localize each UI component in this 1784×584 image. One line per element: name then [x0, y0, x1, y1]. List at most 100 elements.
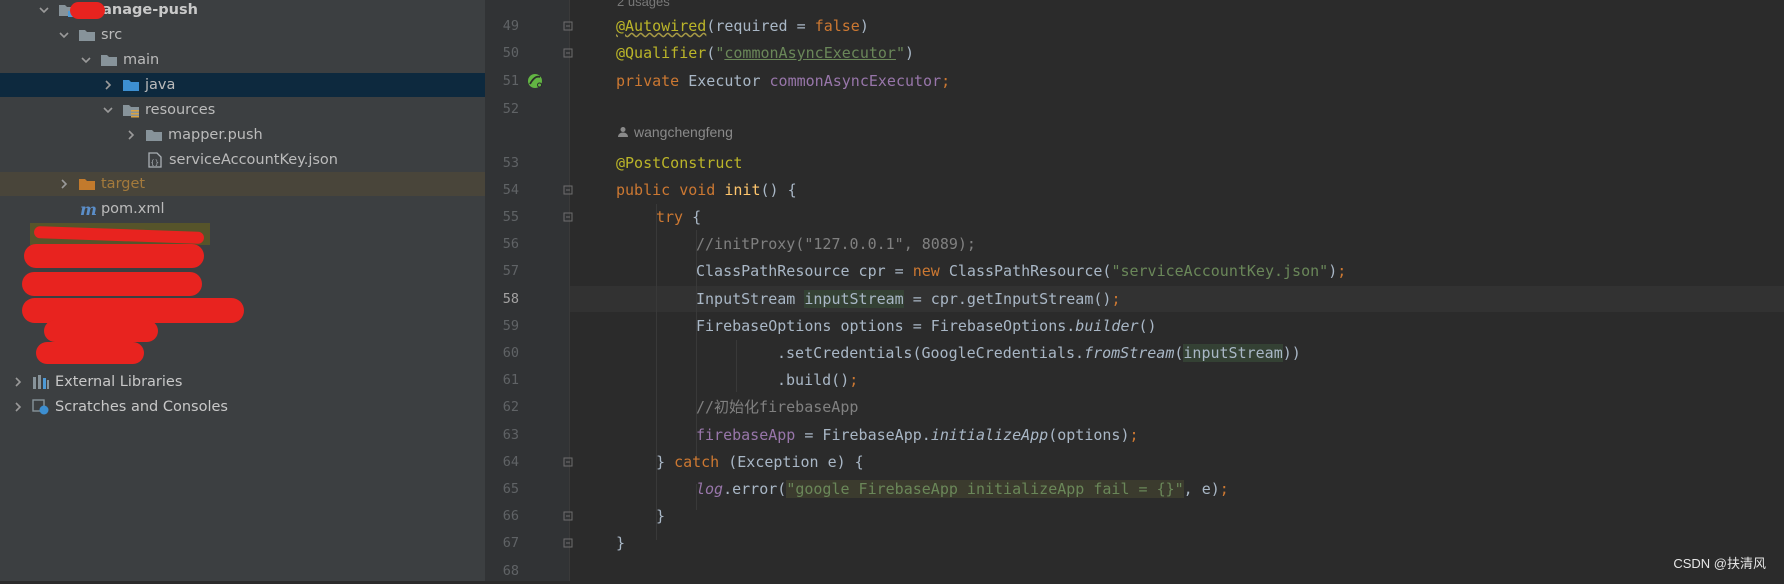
chevron-down-icon[interactable] — [56, 27, 72, 43]
code-line-61[interactable]: .build(); — [777, 367, 858, 393]
tree-item-resources[interactable]: resources — [0, 98, 485, 122]
code-line-66[interactable]: } — [656, 503, 665, 529]
spring-bean-icon[interactable] — [526, 72, 544, 90]
fold-marker-icon[interactable] — [563, 511, 573, 521]
tree-item-main[interactable]: main — [0, 48, 485, 72]
usages-hint[interactable]: 2 usages — [617, 0, 670, 9]
token: { — [683, 208, 702, 226]
token: = cpr.getInputStream() — [903, 290, 1112, 308]
token: .build() — [777, 371, 850, 389]
token: , e) — [1183, 480, 1220, 498]
code-line-55[interactable]: try { — [656, 204, 701, 230]
code-line-54[interactable]: public void init() { — [616, 177, 797, 203]
token-method: init — [724, 181, 761, 199]
line-number: 61 — [502, 372, 519, 388]
tree-item-label: resources — [145, 102, 216, 118]
line-number-current: 58 — [502, 291, 519, 307]
token-string: "serviceAccountKey.json" — [1111, 262, 1329, 280]
chevron-down-icon[interactable] — [100, 102, 116, 118]
tree-item-scratches[interactable]: Scratches and Consoles — [0, 395, 485, 419]
code-line-49[interactable]: @Autowired(required = false) — [616, 13, 869, 39]
redaction-mark — [22, 272, 202, 296]
token: FirebaseOptions options = FirebaseOption… — [696, 317, 1076, 335]
chevron-right-icon[interactable] — [10, 374, 26, 390]
svg-text:{}: {} — [151, 159, 159, 167]
chevron-down-icon[interactable] — [36, 2, 52, 18]
code-line-64[interactable]: } catch (Exception e) { — [656, 449, 864, 475]
tree-item-label: src — [101, 27, 123, 43]
tree-item-mapper-push[interactable]: mapper.push — [0, 123, 485, 147]
chevron-right-icon[interactable] — [56, 176, 72, 192]
code-line-53[interactable]: @PostConstruct — [616, 150, 742, 176]
tree-item-src[interactable]: src — [0, 23, 485, 47]
code-line-56[interactable]: //initProxy("127.0.0.1", 8089); — [696, 231, 976, 257]
chevron-down-icon[interactable] — [78, 52, 94, 68]
tree-item-java[interactable]: java — [0, 73, 485, 97]
line-number: 49 — [502, 18, 519, 34]
token-keyword: ; — [849, 371, 859, 389]
token-comment: //initProxy("127.0.0.1", 8089); — [696, 235, 976, 253]
fold-marker-icon[interactable] — [563, 21, 573, 31]
line-number: 67 — [502, 535, 519, 551]
tree-item-label: serviceAccountKey.json — [169, 152, 338, 168]
line-number: 68 — [502, 563, 519, 579]
code-line-60[interactable]: .setCredentials(GoogleCredentials.fromSt… — [777, 340, 1301, 366]
author-name: wangchengfeng — [634, 124, 733, 140]
token: ) — [859, 17, 869, 35]
chevron-right-icon[interactable] — [123, 127, 139, 143]
code-line-57[interactable]: ClassPathResource cpr = new ClassPathRes… — [696, 258, 1346, 284]
folder-icon — [100, 52, 118, 68]
token-field: commonAsyncExecutor — [769, 72, 942, 90]
json-file-icon: {} — [146, 152, 164, 168]
code-line-62[interactable]: //初始化firebaseApp — [696, 394, 858, 420]
token-static-field: log — [696, 480, 724, 498]
code-line-59[interactable]: FirebaseOptions options = FirebaseOption… — [696, 313, 1157, 339]
fold-marker-icon[interactable] — [563, 538, 573, 548]
tree-item-pom[interactable]: m pom.xml — [0, 197, 485, 221]
project-tree-panel: -manage-push src main java resources map… — [0, 0, 485, 581]
token-keyword: false — [814, 17, 860, 35]
fold-marker-icon[interactable] — [563, 185, 573, 195]
line-number: 62 — [502, 399, 519, 415]
line-number: 66 — [502, 508, 519, 524]
fold-marker-icon[interactable] — [563, 457, 573, 467]
token-keyword: ; — [1111, 290, 1121, 308]
token: (options) — [1048, 426, 1130, 444]
token: ClassPathResource cpr = — [696, 262, 913, 280]
code-line-65[interactable]: log.error("google FirebaseApp initialize… — [696, 476, 1229, 502]
token: ClassPathResource( — [948, 262, 1112, 280]
token-keyword: new — [912, 262, 949, 280]
line-number: 51 — [502, 73, 519, 89]
code-line-51[interactable]: private Executor commonAsyncExecutor; — [616, 68, 950, 94]
code-line-58[interactable]: InputStream inputStream = cpr.getInputSt… — [696, 286, 1120, 312]
token: } — [616, 534, 626, 552]
tree-item-service-account-key[interactable]: {} serviceAccountKey.json — [0, 148, 485, 172]
code-line-67[interactable]: } — [616, 530, 625, 556]
token-variable-highlight: inputStream — [804, 290, 904, 308]
fold-marker-icon[interactable] — [563, 212, 573, 222]
redaction-mark — [24, 244, 204, 268]
code-line-63[interactable]: firebaseApp = FirebaseApp.initializeApp(… — [696, 422, 1139, 448]
token: } — [656, 453, 675, 471]
token-keyword: try — [656, 208, 684, 226]
chevron-right-icon[interactable] — [10, 399, 26, 415]
scratches-icon — [32, 399, 50, 415]
line-number: 63 — [502, 427, 519, 443]
token: = — [787, 17, 815, 35]
token-string: " — [895, 44, 905, 62]
code-line-50[interactable]: @Qualifier("commonAsyncExecutor") — [616, 40, 914, 66]
tree-item-external-libraries[interactable]: External Libraries — [0, 370, 485, 394]
tree-item-target[interactable]: target — [0, 172, 485, 196]
resources-folder-icon — [122, 102, 140, 118]
chevron-right-icon[interactable] — [100, 77, 116, 93]
folder-icon — [145, 127, 163, 143]
line-number: 53 — [502, 155, 519, 171]
line-number: 50 — [502, 45, 519, 61]
maven-icon: m — [80, 199, 97, 219]
tree-item-label: External Libraries — [55, 374, 183, 390]
author-hint[interactable]: wangchengfeng — [617, 124, 733, 140]
fold-marker-icon[interactable] — [563, 48, 573, 58]
token: ( — [706, 17, 716, 35]
line-number: 60 — [502, 345, 519, 361]
token-keyword: ; — [1337, 262, 1347, 280]
